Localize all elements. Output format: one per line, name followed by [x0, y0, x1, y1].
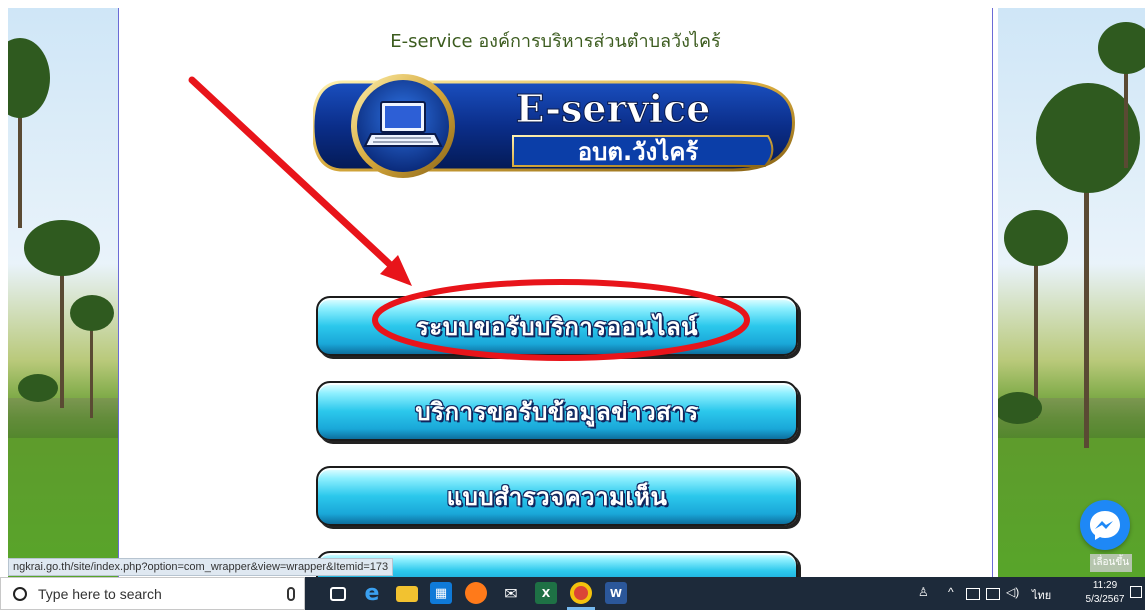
taskbar-clock[interactable]: 11:29 5/3/2567 [1080, 579, 1130, 607]
page-title: E-service องค์การบริหารส่วนตำบลวังไคร้ [390, 31, 721, 52]
store-icon[interactable]: ▦ [430, 582, 452, 604]
language-indicator[interactable]: ไทย [1032, 586, 1051, 604]
file-explorer-icon[interactable] [396, 586, 418, 602]
clock-date: 5/3/2567 [1085, 594, 1125, 605]
right-landscape-image [998, 8, 1145, 577]
menu-button-label: ระบบขอรับบริการออนไลน์ [415, 312, 699, 341]
online-service-request-button[interactable]: ระบบขอรับบริการออนไลน์ [316, 296, 798, 356]
cortana-icon [13, 586, 27, 601]
browser-viewport: E-service องค์การบริหารส่วนตำบลวังไคร้ E… [0, 0, 1145, 577]
people-icon[interactable]: ♙ [918, 585, 929, 599]
main-content: E-service องค์การบริหารส่วนตำบลวังไคร้ E… [118, 8, 993, 577]
scroll-up-button[interactable]: เลื่อนขึ้น [1090, 554, 1132, 572]
menu-button-label: แบบสำรวจความเห็น [446, 482, 668, 511]
mail-icon[interactable]: ✉ [500, 582, 522, 604]
task-view-icon[interactable] [330, 587, 346, 601]
logo-line1: E-service [516, 86, 711, 131]
excel-icon[interactable]: X [535, 582, 557, 604]
edge-icon[interactable]: e [361, 581, 383, 606]
messenger-chat-button[interactable] [1080, 500, 1130, 550]
search-placeholder: Type here to search [38, 585, 162, 602]
information-request-button[interactable]: บริการขอรับข้อมูลข่าวสาร [316, 381, 798, 441]
eservice-logo-banner: E-service อบต.วังไคร้ [313, 74, 795, 178]
opinion-survey-button[interactable]: แบบสำรวจความเห็น [316, 466, 798, 526]
display-icon[interactable] [966, 588, 980, 600]
volume-icon[interactable]: ◁) [1006, 585, 1019, 599]
word-icon[interactable]: W [605, 582, 627, 604]
left-landscape-image [8, 8, 118, 577]
windows-taskbar: Type here to search e ▦ ✉ X W ♙ ^ ◁) ไทย… [0, 577, 1145, 610]
logo-line2: อบต.วังไคร้ [578, 137, 699, 166]
taskbar-search-box[interactable]: Type here to search [0, 577, 305, 610]
messenger-icon [1090, 511, 1120, 540]
notification-icon[interactable] [1130, 586, 1142, 598]
firefox-icon[interactable] [465, 582, 487, 604]
clock-time: 11:29 [1092, 580, 1118, 591]
microphone-icon[interactable] [287, 587, 295, 601]
menu-button-label: บริการขอรับข้อมูลข่าวสาร [415, 397, 699, 426]
chevron-up-icon[interactable]: ^ [948, 585, 954, 599]
network-icon[interactable] [986, 588, 1000, 600]
status-bar-url: ngkrai.go.th/site/index.php?option=com_w… [8, 558, 394, 576]
chrome-icon[interactable] [570, 582, 592, 604]
